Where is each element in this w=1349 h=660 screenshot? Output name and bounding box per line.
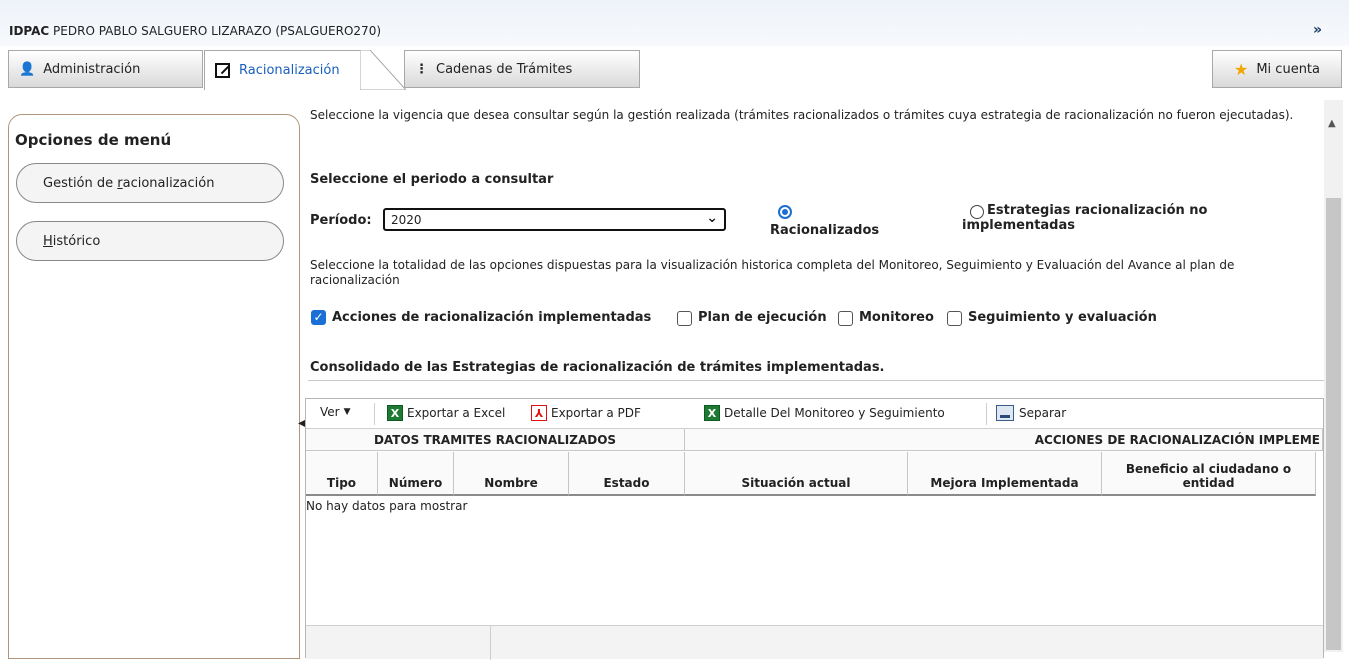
checkbox-label: Monitoreo — [859, 310, 934, 325]
column-header-mejora[interactable]: Mejora Implementada — [908, 452, 1102, 496]
star-icon: ★ — [1234, 59, 1249, 79]
sidebar-item-gestion-racionalizacion[interactable]: Gestión de r acionalización — [16, 163, 284, 203]
column-header-beneficio[interactable]: Beneficio al ciudadano o entidad — [1102, 452, 1316, 496]
footer-separator — [490, 626, 491, 660]
checkbox-seguimiento-evaluacion[interactable] — [947, 311, 962, 326]
tab-cadenas-tramites[interactable]: ⋮ Cadenas de Trámites — [404, 50, 640, 88]
pdf-icon: ⅄ — [531, 405, 547, 421]
tab-racionalizacion[interactable]: Racionalización — [204, 50, 364, 90]
column-header-tipo[interactable]: Tipo — [306, 452, 378, 496]
export-pdf-label: Exportar a PDF — [551, 406, 641, 420]
user-admin-icon: 👤 — [19, 61, 36, 77]
radio-racionalizados[interactable] — [778, 205, 792, 219]
sidebar-title: Opciones de menú — [15, 131, 172, 149]
export-excel-button[interactable]: X Exportar a Excel — [387, 405, 505, 421]
flow-icon: ⋮ — [415, 61, 428, 77]
toolbar-separator — [374, 403, 375, 425]
column-header-situacion[interactable]: Situación actual — [685, 452, 908, 496]
sidebar-item-historico[interactable]: Histórico — [16, 221, 284, 261]
menu-label-prefix: Gestión de — [43, 175, 118, 191]
period-value: 2020 — [391, 213, 422, 227]
excel-icon: X — [387, 405, 403, 421]
user-info: IDPAC PEDRO PABLO SALGUERO LIZARAZO (PSA… — [9, 24, 381, 38]
column-header-estado[interactable]: Estado — [569, 452, 685, 496]
menu-label-accel: H — [43, 233, 53, 249]
chart-separate-icon — [996, 405, 1014, 421]
checkbox-monitoreo[interactable] — [838, 311, 853, 326]
view-menu-button[interactable]: Ver ▼ — [320, 405, 351, 419]
chevron-down-icon: ⌄ — [706, 210, 718, 226]
period-label: Período: — [310, 213, 372, 228]
expand-icon[interactable]: » — [1313, 22, 1322, 38]
column-header-nombre[interactable]: Nombre — [454, 452, 569, 496]
export-pdf-button[interactable]: ⅄ Exportar a PDF — [531, 405, 641, 421]
caret-down-icon: ▼ — [343, 407, 351, 417]
tab-mi-cuenta[interactable]: ★ Mi cuenta — [1212, 50, 1342, 88]
section-title: Seleccione el periodo a consultar — [310, 172, 554, 187]
radio-racionalizados-label: Racionalizados — [770, 223, 880, 238]
consolidated-title: Consolidado de las Estrategias de racion… — [310, 360, 885, 375]
tab-label: Cadenas de Trámites — [436, 61, 573, 77]
excel-icon: X — [704, 405, 720, 421]
detail-monitoring-button[interactable]: X Detalle Del Monitoreo y Seguimiento — [704, 405, 945, 421]
user-name: PEDRO PABLO SALGUERO LIZARAZO (PSALGUERO… — [53, 24, 382, 38]
main-tabs: 👤 Administración Racionalización ⋮ Caden… — [8, 50, 1343, 90]
grid-toolbar: Ver ▼ X Exportar a Excel ⅄ Exportar a PD… — [306, 399, 1323, 429]
org-name: IDPAC — [9, 24, 50, 38]
edit-icon — [215, 63, 230, 78]
divider — [308, 380, 1324, 381]
grid-footer — [306, 625, 1323, 660]
tab-administracion[interactable]: 👤 Administración — [8, 50, 203, 88]
intro-text: Seleccione la vigencia que desea consult… — [310, 108, 1294, 122]
group-header-acciones: ACCIONES DE RACIONALIZACIÓN IMPLEME — [685, 429, 1323, 451]
tab-label: Mi cuenta — [1256, 61, 1320, 77]
scroll-up-icon[interactable]: ▲ — [1328, 118, 1336, 129]
empty-message: No hay datos para mostrar — [306, 499, 468, 513]
checkbox-acciones-implementadas[interactable]: ✓ — [311, 310, 326, 325]
column-header-numero[interactable]: Número — [378, 452, 454, 496]
tab-active-slant — [360, 50, 406, 90]
checkbox-label: Plan de ejecución — [698, 310, 827, 325]
scroll-thumb[interactable] — [1326, 198, 1341, 650]
sidebar: Opciones de menú Gestión de r acionalizac… — [8, 114, 300, 659]
tab-label: Administración — [43, 61, 141, 77]
checkbox-label: Acciones de racionalización implementada… — [332, 310, 652, 325]
checkbox-label: Seguimiento y evaluación — [968, 310, 1157, 325]
period-select[interactable]: 2020 ⌄ — [383, 208, 726, 231]
toolbar-separator — [986, 403, 987, 425]
menu-label-rest: istórico — [52, 233, 101, 249]
menu-label-rest: acionalización — [122, 175, 215, 191]
checkbox-plan-ejecucion[interactable] — [677, 311, 692, 326]
group-header-datos: DATOS TRAMITES RACIONALIZADOS — [306, 429, 685, 451]
results-grid: Ver ▼ X Exportar a Excel ⅄ Exportar a PD… — [305, 398, 1324, 660]
view-label: Ver — [320, 405, 340, 419]
vertical-scrollbar[interactable]: ▲ — [1324, 100, 1343, 652]
top-bar: IDPAC PEDRO PABLO SALGUERO LIZARAZO (PSA… — [0, 0, 1349, 46]
separate-button[interactable]: Separar — [996, 405, 1066, 421]
tab-label: Racionalización — [239, 63, 340, 78]
radio-no-implementadas-label: Estrategias racionalización no implement… — [962, 203, 1208, 233]
detail-label: Detalle Del Monitoreo y Seguimiento — [724, 406, 945, 420]
separate-label: Separar — [1019, 406, 1067, 420]
export-excel-label: Exportar a Excel — [407, 406, 506, 420]
options-text: Seleccione la totalidad de las opciones … — [310, 258, 1235, 287]
